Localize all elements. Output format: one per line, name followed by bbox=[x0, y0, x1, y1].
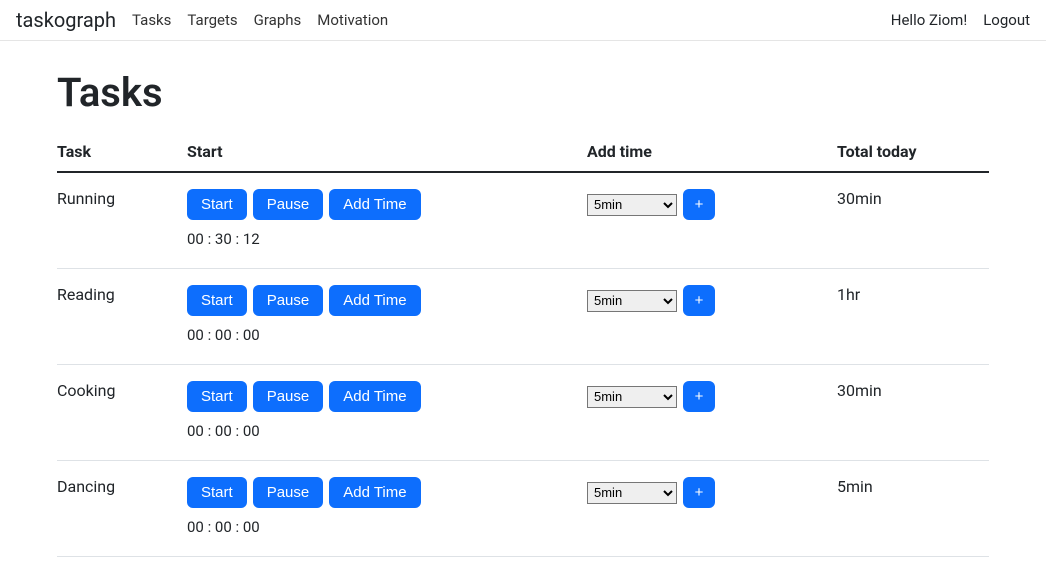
task-name: Cooking bbox=[57, 365, 187, 461]
tasks-table: Task Start Add time Total today RunningS… bbox=[57, 132, 989, 557]
col-header-total: Total today bbox=[837, 132, 989, 172]
table-row: RunningStartPauseAdd Time 00 : 30 : 12 5mi… bbox=[57, 172, 989, 269]
nav-links: Tasks Targets Graphs Motivation bbox=[132, 11, 891, 29]
timer-display: 00 : 00 : 00 bbox=[187, 422, 579, 440]
col-header-task: Task bbox=[57, 132, 187, 172]
nav-right: Hello Ziom! Logout bbox=[891, 11, 1030, 29]
task-name: Reading bbox=[57, 269, 187, 365]
pause-button[interactable]: Pause bbox=[253, 189, 324, 220]
page-title: Tasks bbox=[57, 69, 989, 116]
navbar: taskograph Tasks Targets Graphs Motivati… bbox=[0, 0, 1046, 41]
duration-select[interactable]: 5min bbox=[587, 194, 677, 216]
start-cell: StartPauseAdd Time 00 : 00 : 00 bbox=[187, 461, 587, 557]
nav-link-motivation[interactable]: Motivation bbox=[317, 11, 388, 29]
start-cell: StartPauseAdd Time 00 : 00 : 00 bbox=[187, 365, 587, 461]
duration-select[interactable]: 5min bbox=[587, 386, 677, 408]
timer-display: 00 : 00 : 00 bbox=[187, 518, 579, 536]
nav-link-tasks[interactable]: Tasks bbox=[132, 11, 171, 29]
duration-select[interactable]: 5min bbox=[587, 290, 677, 312]
main-container: Tasks Task Start Add time Total today Ru… bbox=[33, 41, 1013, 573]
total-today: 5min bbox=[837, 461, 989, 557]
addtime-button[interactable]: Add Time bbox=[329, 381, 420, 412]
table-row: DancingStartPauseAdd Time 00 : 00 : 00 5mi… bbox=[57, 461, 989, 557]
logout-link[interactable]: Logout bbox=[983, 11, 1030, 29]
col-header-start: Start bbox=[187, 132, 587, 172]
nav-link-graphs[interactable]: Graphs bbox=[254, 11, 302, 29]
addtime-button[interactable]: Add Time bbox=[329, 285, 420, 316]
start-button[interactable]: Start bbox=[187, 189, 247, 220]
addtime-cell: 5min + bbox=[587, 269, 837, 365]
pause-button[interactable]: Pause bbox=[253, 477, 324, 508]
plus-button[interactable]: + bbox=[683, 189, 715, 220]
greeting: Hello Ziom! bbox=[891, 11, 967, 29]
table-row: CookingStartPauseAdd Time 00 : 00 : 00 5mi… bbox=[57, 365, 989, 461]
addtime-button[interactable]: Add Time bbox=[329, 189, 420, 220]
start-cell: StartPauseAdd Time 00 : 30 : 12 bbox=[187, 172, 587, 269]
timer-display: 00 : 30 : 12 bbox=[187, 230, 579, 248]
total-today: 30min bbox=[837, 365, 989, 461]
task-name: Dancing bbox=[57, 461, 187, 557]
duration-select[interactable]: 5min bbox=[587, 482, 677, 504]
task-name: Running bbox=[57, 172, 187, 269]
plus-button[interactable]: + bbox=[683, 477, 715, 508]
addtime-cell: 5min + bbox=[587, 461, 837, 557]
start-button[interactable]: Start bbox=[187, 285, 247, 316]
addtime-button[interactable]: Add Time bbox=[329, 477, 420, 508]
table-row: ReadingStartPauseAdd Time 00 : 00 : 00 5mi… bbox=[57, 269, 989, 365]
plus-button[interactable]: + bbox=[683, 285, 715, 316]
col-header-addtime: Add time bbox=[587, 132, 837, 172]
plus-button[interactable]: + bbox=[683, 381, 715, 412]
pause-button[interactable]: Pause bbox=[253, 381, 324, 412]
start-button[interactable]: Start bbox=[187, 381, 247, 412]
pause-button[interactable]: Pause bbox=[253, 285, 324, 316]
nav-link-targets[interactable]: Targets bbox=[187, 11, 237, 29]
addtime-cell: 5min + bbox=[587, 172, 837, 269]
total-today: 1hr bbox=[837, 269, 989, 365]
total-today: 30min bbox=[837, 172, 989, 269]
brand[interactable]: taskograph bbox=[16, 8, 116, 32]
start-cell: StartPauseAdd Time 00 : 00 : 00 bbox=[187, 269, 587, 365]
addtime-cell: 5min + bbox=[587, 365, 837, 461]
timer-display: 00 : 00 : 00 bbox=[187, 326, 579, 344]
start-button[interactable]: Start bbox=[187, 477, 247, 508]
